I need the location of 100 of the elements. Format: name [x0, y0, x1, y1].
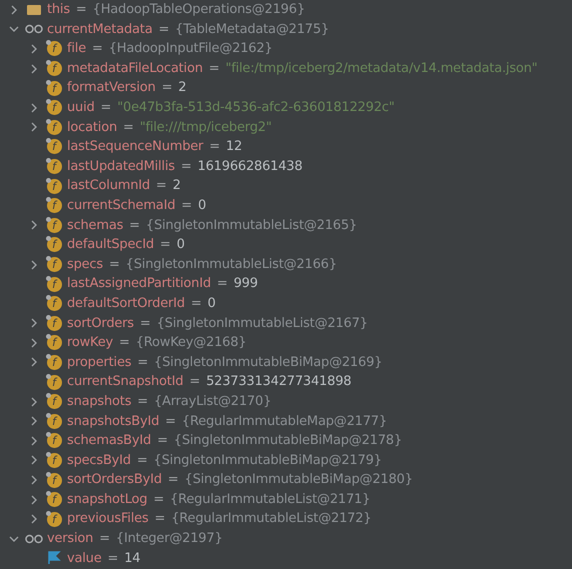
- chevron-down-icon[interactable]: [9, 24, 19, 34]
- tree-row[interactable]: currentMetadata = {TableMetadata@2175}: [0, 20, 572, 40]
- tree-row[interactable]: f location = "file:///tmp/iceberg2": [0, 118, 572, 138]
- tree-row[interactable]: f defaultSpecId = 0: [0, 235, 572, 255]
- tree-row[interactable]: f specsById = {SingletonImmutableBiMap@2179}: [0, 450, 572, 470]
- variable-name: file: [67, 40, 86, 58]
- tree-row[interactable]: f specs = {SingletonImmutableList@2166}: [0, 254, 572, 274]
- equals-sign: =: [190, 294, 202, 313]
- tree-row[interactable]: this = {HadoopTableOperations@2196}: [0, 0, 572, 20]
- variable-value: {RegularImmutableList@2171}: [170, 490, 370, 509]
- variable-value: 999: [234, 275, 258, 294]
- equals-sign: =: [140, 314, 151, 333]
- tree-row[interactable]: f snapshots = {ArrayList@2170}: [0, 392, 572, 412]
- variable-value: {RegularImmutableList@2172}: [171, 510, 372, 528]
- tree-row[interactable]: f metadataFileLocation = "file:/tmp/iceberg2/metadata/v14.metadata.json": [0, 58, 572, 78]
- field-icon: f: [46, 237, 62, 252]
- chevron-right-icon[interactable]: [29, 102, 39, 113]
- chevron-right-icon[interactable]: [29, 436, 39, 446]
- tree-row[interactable]: f lastUpdatedMillis = 1619662861438: [0, 156, 572, 176]
- tree-row[interactable]: f lastAssignedPartitionId = 999: [0, 274, 572, 294]
- variable-name: defaultSortOrderId: [67, 294, 185, 313]
- equals-sign: =: [189, 373, 200, 392]
- tree-row[interactable]: f snapshotsById = {RegularImmutableMap@2177}: [0, 411, 572, 432]
- variable-name: lastColumnId: [67, 177, 150, 196]
- chevron-right-icon[interactable]: [29, 260, 39, 270]
- variable-name: previousFiles: [67, 510, 149, 528]
- chevron-right-icon[interactable]: [29, 338, 39, 348]
- variable-name: snapshotsById: [67, 412, 160, 431]
- tree-row[interactable]: f schemas = {SingletonImmutableList@2165}: [0, 216, 572, 236]
- equals-sign: =: [208, 60, 220, 78]
- equals-sign: =: [158, 20, 170, 39]
- tree-row[interactable]: f file = {HadoopInputFile@2162}: [0, 39, 572, 59]
- equals-sign: =: [129, 216, 140, 235]
- equals-sign: =: [157, 432, 168, 450]
- variable-value: {SingletonImmutableList@2167}: [156, 314, 368, 333]
- tree-row[interactable]: f schemasById = {SingletonImmutableBiMap@2178}: [0, 431, 572, 451]
- variable-value: {SingletonImmutableBiMap@2180}: [184, 471, 413, 490]
- variable-name: rowKey: [67, 334, 114, 352]
- tree-row[interactable]: f sortOrders = {SingletonImmutableList@2167}: [0, 314, 572, 334]
- tree-row[interactable]: f rowKey = {RowKey@2168}: [0, 333, 572, 353]
- variable-name: properties: [67, 354, 132, 372]
- tree-row[interactable]: f previousFiles = {RegularImmutableList@2172}: [0, 509, 572, 530]
- tree-row[interactable]: f formatVersion = 2: [0, 78, 572, 98]
- variable-value: 2: [178, 79, 186, 98]
- variable-value: {SingletonImmutableBiMap@2179}: [154, 452, 382, 470]
- variable-value: {HadoopTableOperations@2196}: [92, 1, 305, 20]
- tree-row[interactable]: f uuid = "0e47b3fa-513d-4536-afc2-63601812292c": [0, 98, 572, 118]
- chevron-right-icon[interactable]: [29, 122, 39, 132]
- equals-sign: =: [119, 334, 130, 352]
- variable-value: {SingletonImmutableBiMap@2178}: [174, 432, 402, 450]
- chevron-right-icon[interactable]: [29, 64, 39, 74]
- variable-name: snapshots: [67, 392, 132, 411]
- tree-row[interactable]: f properties = {SingletonImmutableBiMap@2169}: [0, 352, 572, 372]
- variable-value: {RegularImmutableMap@2177}: [182, 412, 387, 431]
- equals-sign: =: [122, 118, 134, 137]
- equals-sign: =: [216, 275, 228, 294]
- equals-sign: =: [181, 196, 192, 215]
- equals-sign: =: [153, 490, 164, 509]
- chevron-right-icon[interactable]: [29, 396, 39, 407]
- chevron-right-icon[interactable]: [29, 455, 39, 466]
- variable-name: uuid: [67, 99, 95, 118]
- chevron-right-icon[interactable]: [29, 494, 39, 505]
- variable-value: {TableMetadata@2175}: [175, 20, 329, 39]
- tree-row[interactable]: f lastColumnId = 2: [0, 176, 572, 196]
- tree-row[interactable]: f currentSnapshotId = 523733134277341898: [0, 372, 572, 392]
- tree-row[interactable]: f lastSequenceNumber = 12: [0, 137, 572, 157]
- chevron-right-icon[interactable]: [29, 220, 39, 230]
- tree-row[interactable]: f currentSchemaId = 0: [0, 196, 572, 216]
- field-icon: f: [46, 276, 62, 292]
- variable-value: {RowKey@2168}: [136, 334, 246, 352]
- variable-name: lastUpdatedMillis: [67, 158, 175, 176]
- equals-sign: =: [165, 412, 176, 431]
- chevron-right-icon[interactable]: [29, 357, 39, 368]
- variable-name: currentMetadata: [47, 20, 152, 39]
- variable-value: 523733134277341898: [206, 373, 352, 392]
- chevron-right-icon[interactable]: [29, 514, 39, 524]
- object-icon: [26, 4, 42, 16]
- chevron-right-icon[interactable]: [29, 475, 39, 486]
- tree-row[interactable]: f defaultSortOrderId = 0: [0, 294, 572, 314]
- field-icon: f: [46, 492, 62, 508]
- equals-sign: =: [156, 177, 167, 196]
- variable-name: value: [67, 550, 102, 568]
- tree-row[interactable]: f snapshotLog = {RegularImmutableList@2171}: [0, 490, 572, 510]
- variable-name: currentSchemaId: [67, 196, 176, 215]
- chevron-down-icon[interactable]: [9, 534, 19, 544]
- variable-name: location: [67, 118, 117, 137]
- field-icon: f: [46, 61, 62, 76]
- chevron-right-icon[interactable]: [9, 4, 19, 15]
- glasses-icon: [25, 534, 43, 544]
- variable-name: version: [47, 530, 94, 548]
- tree-row[interactable]: f sortOrdersById = {SingletonImmutableBiMap@2180}: [0, 470, 572, 490]
- tree-row[interactable]: version = {Integer@2197}: [0, 529, 572, 549]
- chevron-right-icon[interactable]: [29, 318, 39, 328]
- chevron-right-icon[interactable]: [29, 416, 39, 426]
- variable-name: this: [47, 1, 70, 20]
- variable-value: 0: [198, 196, 206, 215]
- field-icon: f: [46, 394, 62, 410]
- tree-row[interactable]: value = 14: [0, 548, 572, 568]
- chevron-right-icon[interactable]: [29, 44, 39, 54]
- equals-sign: =: [209, 138, 220, 156]
